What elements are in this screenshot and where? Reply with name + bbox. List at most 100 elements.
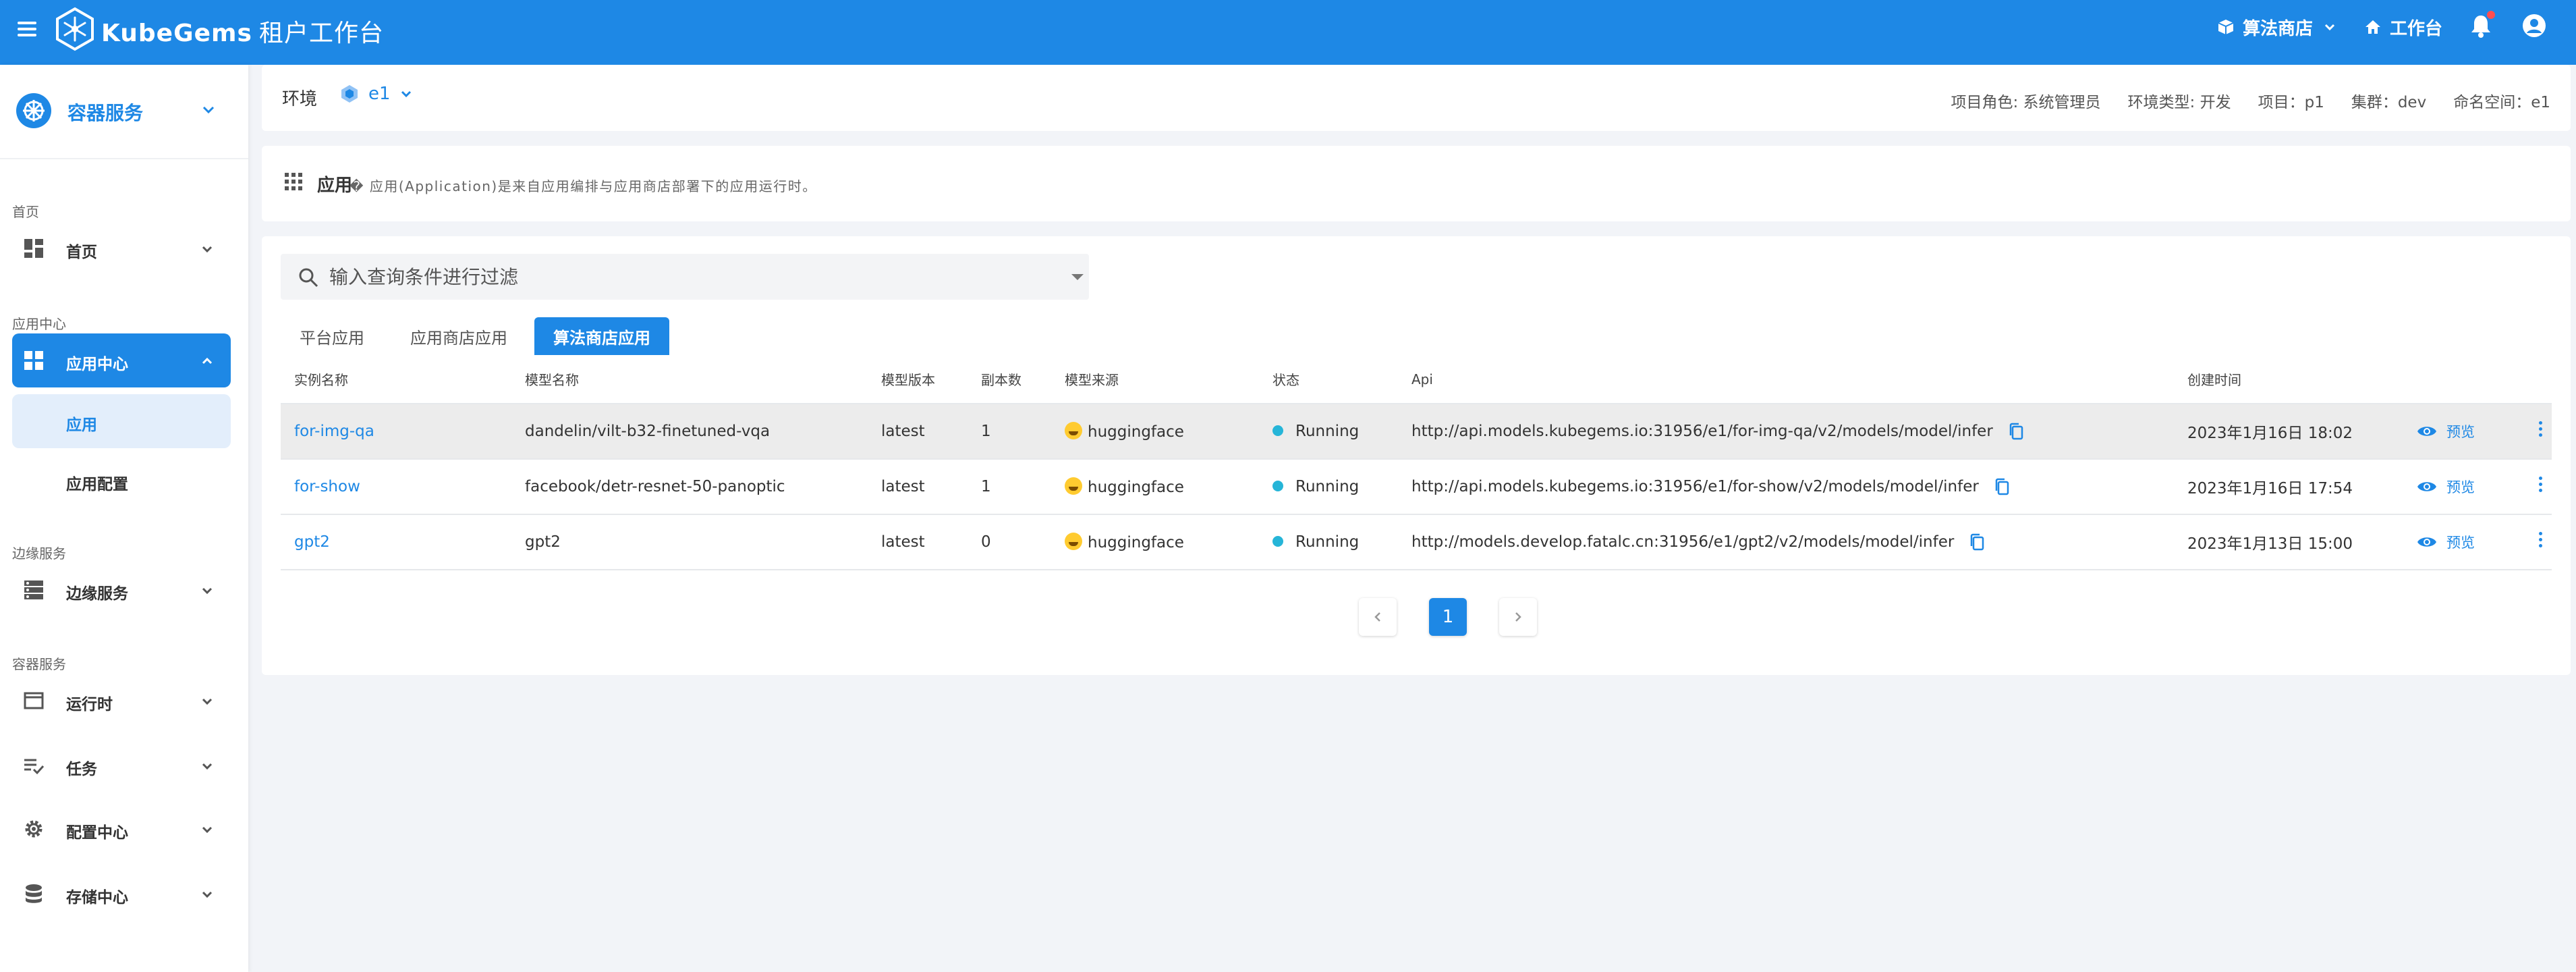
table-row[interactable]: for-img-qa dandelin/vilt-b32-finetuned-v… [281,404,2552,460]
nav-group-container: 容器服务 [12,656,66,672]
app-description-card: 应用 � 应用(Application)是来自应用编排与应用商店部署下的应用运行… [262,146,2571,221]
model-source: huggingface [1088,479,1184,496]
sidebar-subitem-label: 应用配置 [66,476,128,493]
sidebar-item-label: 首页 [66,244,97,261]
copy-icon[interactable] [1994,478,2010,495]
app-type-tabs: 平台应用 应用商店应用 算法商店应用 [281,317,677,355]
environment-selector[interactable]: e1 [340,84,423,104]
dashboard-icon [24,239,43,258]
tab-algorithm-store-apps[interactable]: 算法商店应用 [534,317,669,355]
search-icon [299,268,318,288]
sidebar-item-label: 任务 [66,761,97,778]
column-header[interactable]: 模型名称 [511,355,868,404]
column-header[interactable]: 模型版本 [868,355,968,404]
status-dot-icon [1272,425,1283,436]
column-header[interactable]: Api [1398,355,2174,404]
sidebar: 容器服务 首页 首页 应用中心 应用中心 应用 应用配置 边缘服务 边缘服务 容… [0,65,248,972]
nav-group-app-center: 应用中心 [12,316,66,332]
sidebar-item-storage-center[interactable]: 存储中心 [12,867,231,921]
model-version: latest [868,514,968,570]
app-title[interactable]: KubeGems 租户工作台 [101,14,384,49]
nav-group-home: 首页 [12,204,39,220]
search-input[interactable] [328,261,1030,293]
next-page-button[interactable] [1499,598,1537,636]
sidebar-item-app-center[interactable]: 应用中心 [12,333,231,387]
chevron-down-icon [202,763,213,770]
eye-icon [2417,426,2436,436]
task-list-icon [24,759,45,775]
preview-button[interactable]: 预览 [2417,532,2475,552]
instance-name-link[interactable]: for-show [294,478,360,495]
page-number-button[interactable]: 1 [1429,598,1467,636]
preview-label: 预览 [2446,479,2475,495]
column-header[interactable]: 副本数 [968,355,1051,404]
apps-grid-icon [24,351,43,370]
preview-button[interactable]: 预览 [2417,421,2475,441]
more-vert-icon[interactable] [2538,421,2542,437]
app-table: 实例名称 模型名称 模型版本 副本数 模型来源 状态 Api 创建时间 for-… [281,355,2552,570]
sidebar-item-task[interactable]: 任务 [12,738,231,792]
eye-icon [2417,537,2436,547]
sidebar-subitem-app[interactable]: 应用 [12,394,231,448]
created-time: 2023年1月13日 15:00 [2174,514,2403,570]
service-selector-label: 容器服务 [67,102,144,124]
environment-value: e1 [368,84,391,104]
more-vert-icon[interactable] [2538,477,2542,493]
preview-label: 预览 [2446,534,2475,551]
table-row[interactable]: for-show facebook/detr-resnet-50-panopti… [281,459,2552,515]
created-time: 2023年1月16日 17:54 [2174,459,2403,515]
prev-page-button[interactable] [1359,598,1397,636]
filter-search-box[interactable] [281,254,1089,300]
instance-name-link[interactable]: for-img-qa [294,423,374,440]
chevron-down-icon [2324,24,2335,31]
menu-icon[interactable] [15,16,39,40]
page-title: 应用 [317,176,353,196]
preview-button[interactable]: 预览 [2417,477,2475,497]
tab-appstore-apps[interactable]: 应用商店应用 [391,317,526,355]
model-source: huggingface [1088,423,1184,441]
status-dot-icon [1272,481,1283,491]
dropdown-caret-icon[interactable] [1071,274,1084,280]
sidebar-item-label: 应用中心 [66,356,128,373]
column-header[interactable]: 实例名称 [281,355,511,404]
environment-hex-icon [341,85,358,103]
kubegems-logo-icon[interactable] [54,7,96,51]
chevron-down-icon [202,587,213,595]
column-header-more [2511,355,2552,404]
notification-bell-icon[interactable] [2469,11,2495,40]
column-header[interactable]: 模型来源 [1051,355,1259,404]
chevron-down-icon [202,106,215,114]
status-text: Running [1295,478,1360,495]
instance-name-link[interactable]: gpt2 [294,533,330,551]
sidebar-item-edge[interactable]: 边缘服务 [12,563,231,617]
project-role: 项目角色: 系统管理员 [1951,94,2101,111]
column-header-actions [2403,355,2511,404]
app-list-card: 平台应用 应用商店应用 算法商店应用 实例名称 模型名称 模型版本 副本数 模型… [262,236,2571,675]
tab-platform-apps[interactable]: 平台应用 [281,317,383,355]
window-icon [24,692,44,709]
sidebar-item-home[interactable]: 首页 [12,221,231,275]
brand-name: KubeGems [101,20,252,47]
model-version: latest [868,404,968,460]
database-icon [26,884,42,903]
more-vert-icon[interactable] [2538,532,2542,548]
account-icon[interactable] [2522,14,2546,40]
chevron-down-icon [202,891,213,898]
workbench-label: 工作台 [2389,18,2442,39]
column-header[interactable]: 状态 [1259,355,1398,404]
namespace-name: 命名空间：e1 [2453,94,2550,111]
environment-meta: 项目角色: 系统管理员 环境类型: 开发 项目：p1 集群：dev 命名空间：e… [1924,89,2550,112]
nav-group-edge: 边缘服务 [12,545,66,562]
huggingface-icon [1065,477,1082,495]
algorithm-store-menu[interactable]: 算法商店 [2217,15,2337,40]
sidebar-subitem-app-config[interactable]: 应用配置 [12,454,231,508]
workbench-link[interactable]: 工作台 [2364,15,2442,40]
copy-icon[interactable] [1969,533,1985,551]
copy-icon[interactable] [2008,423,2024,440]
chevron-down-icon [202,246,213,253]
table-row[interactable]: gpt2 gpt2 latest 0 huggingface Running h… [281,514,2552,570]
column-header[interactable]: 创建时间 [2174,355,2403,404]
sidebar-item-config-center[interactable]: 配置中心 [12,802,231,856]
service-selector[interactable]: 容器服务 [0,65,248,159]
sidebar-item-runtime[interactable]: 运行时 [12,674,231,728]
